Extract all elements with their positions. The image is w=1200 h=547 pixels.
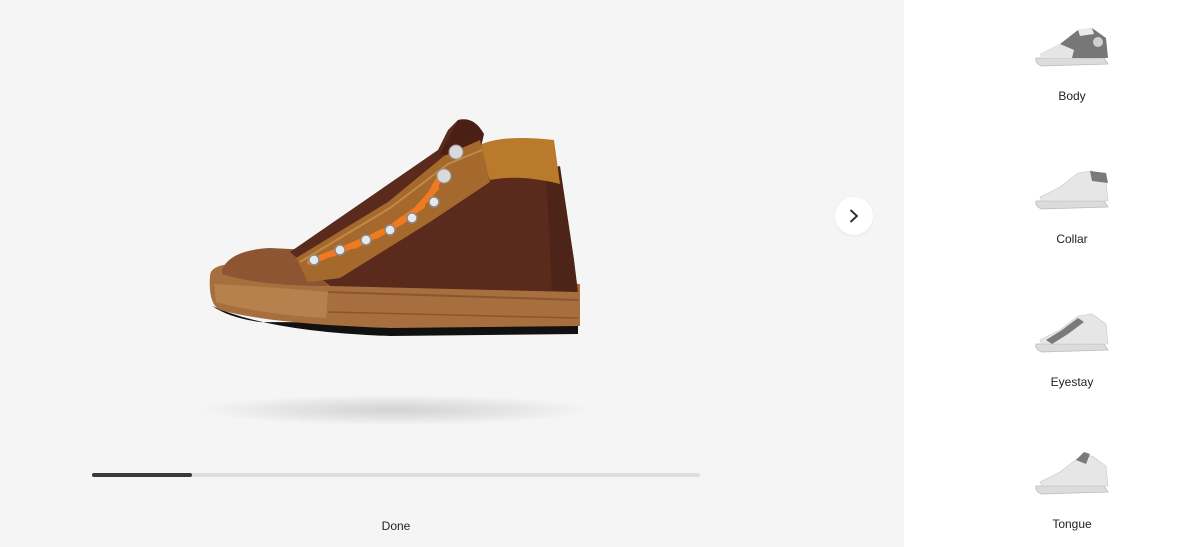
sneaker-preview-image — [209, 119, 580, 336]
part-label: Collar — [1056, 232, 1088, 246]
part-item-collar[interactable]: Collar — [904, 149, 1200, 259]
sneaker-collar-thumbnail — [1035, 170, 1109, 210]
part-item-body[interactable]: Body — [904, 6, 1200, 116]
sneaker-eyestay-thumbnail — [1035, 313, 1109, 353]
customization-progress-bar — [92, 473, 700, 477]
done-button[interactable]: Done — [346, 512, 446, 540]
sneaker-tongue-thumbnail — [1035, 452, 1109, 495]
sneaker-body-thumbnail — [1035, 28, 1109, 67]
product-stage: Done — [0, 0, 904, 547]
part-label: Body — [1058, 89, 1086, 103]
part-item-eyestay[interactable]: Eyestay — [904, 292, 1200, 402]
part-label: Eyestay — [1050, 375, 1094, 389]
next-view-button[interactable] — [835, 197, 873, 235]
part-item-tongue[interactable]: Tongue — [904, 434, 1200, 544]
progress-fill — [92, 473, 192, 477]
shoe-shadow — [200, 395, 590, 425]
chevron-right-icon — [850, 209, 858, 223]
part-selector-sidebar: Body Collar Eyestay Tongue — [904, 0, 1200, 547]
part-label: Tongue — [1052, 517, 1092, 531]
